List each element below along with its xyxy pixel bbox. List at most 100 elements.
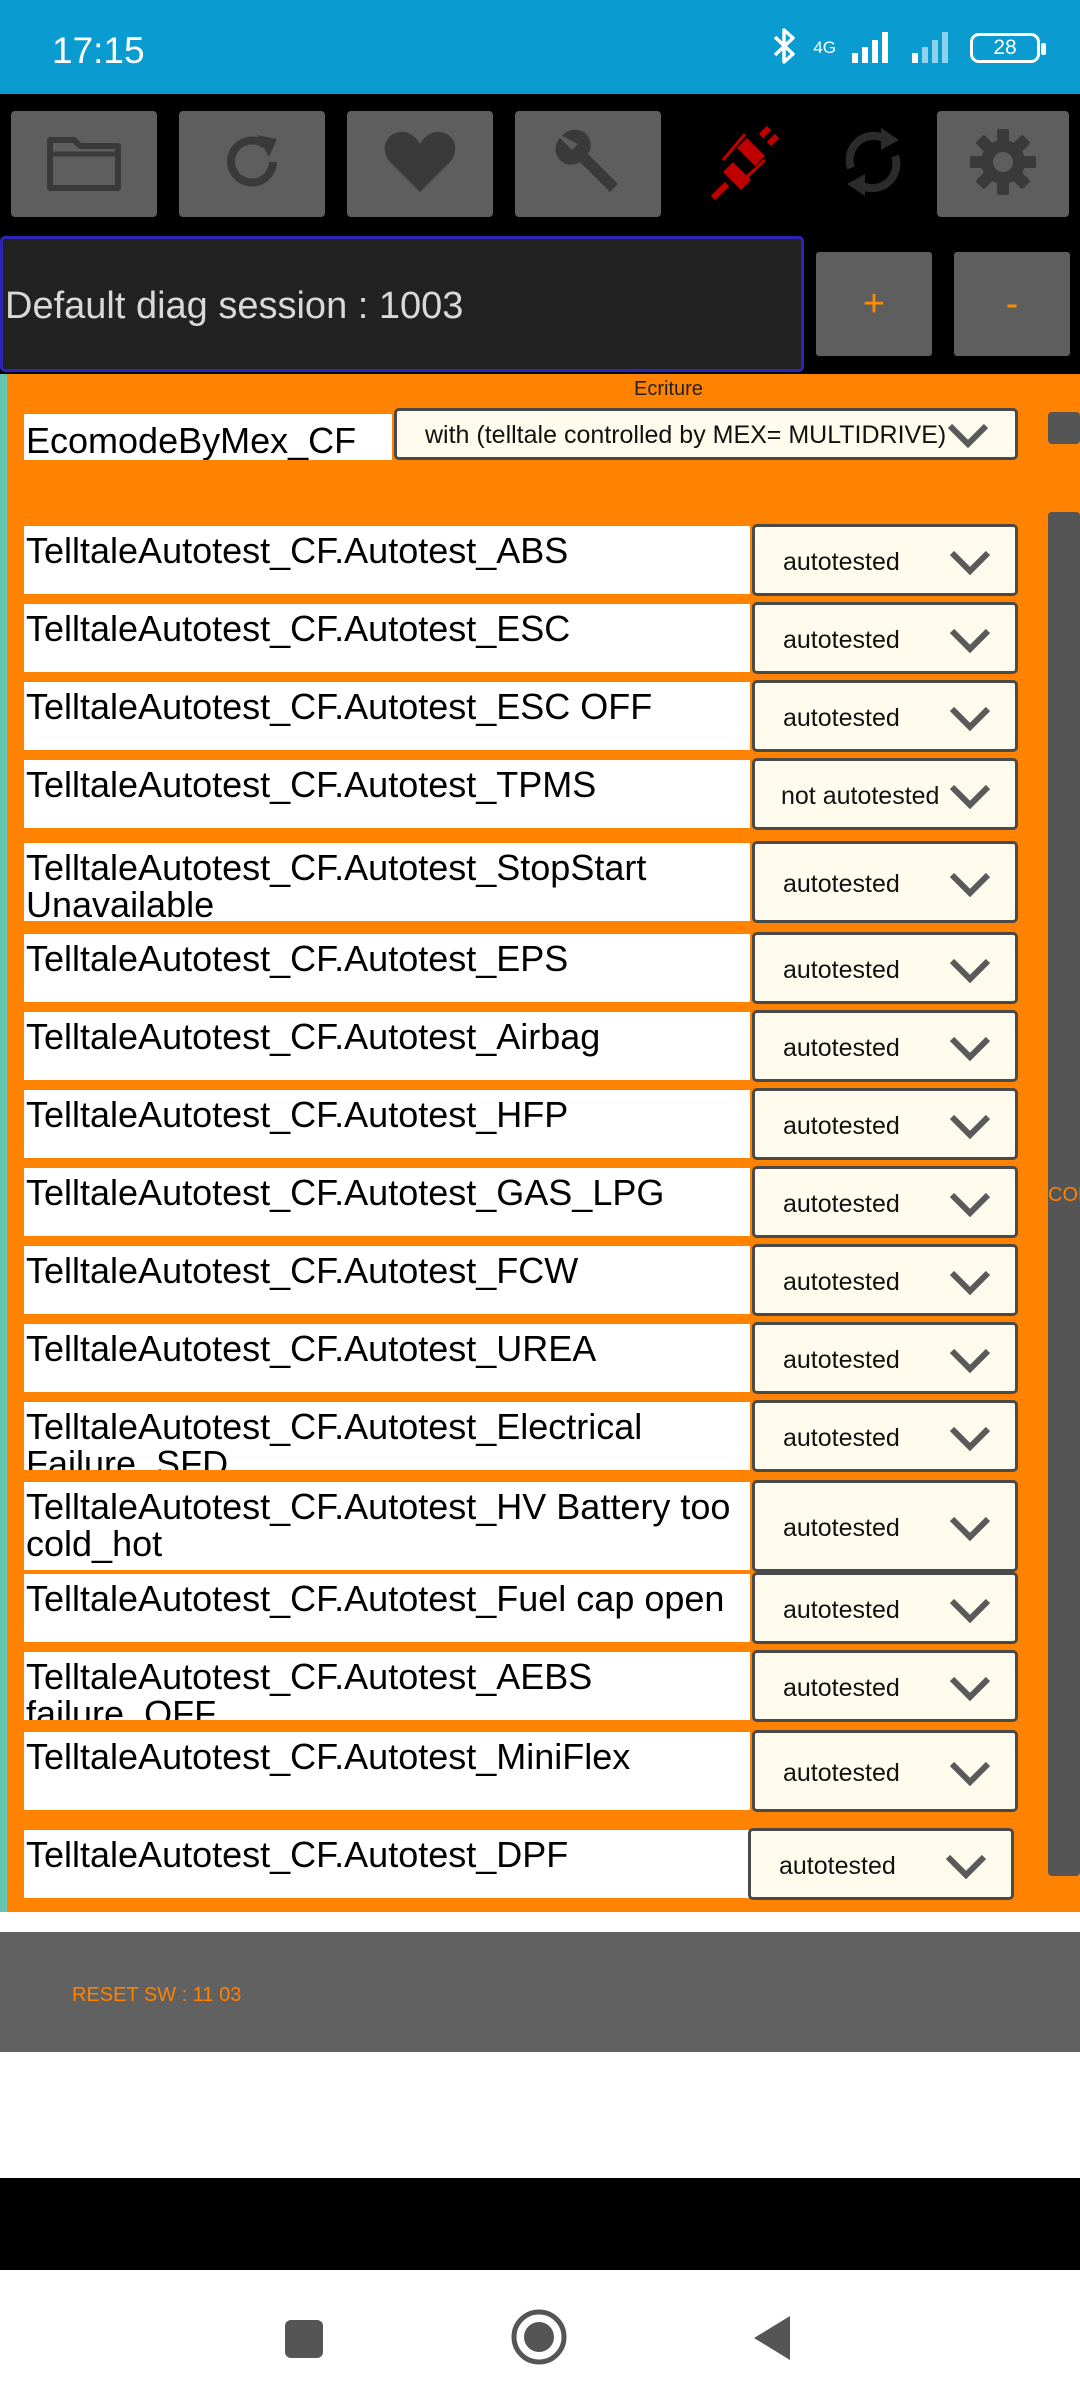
chevron-down-icon bbox=[949, 872, 991, 898]
side-text: CON bbox=[1048, 1184, 1080, 1206]
session-plus-button[interactable]: + bbox=[816, 252, 932, 356]
parameter-label: TelltaleAutotest_CF.Autotest_UREA bbox=[24, 1324, 750, 1392]
autotest-value: autotested bbox=[783, 1346, 900, 1374]
gear-icon bbox=[968, 127, 1038, 202]
scrollbar-top[interactable] bbox=[1048, 412, 1080, 444]
parameter-label: TelltaleAutotest_CF.Autotest_EPS bbox=[24, 934, 750, 1002]
autotest-value: autotested bbox=[783, 626, 900, 654]
signal-icon bbox=[910, 29, 956, 68]
back-triangle-icon[interactable] bbox=[752, 2314, 794, 2367]
autotest-value: autotested bbox=[783, 1596, 900, 1624]
recents-square-icon[interactable] bbox=[283, 2318, 325, 2365]
chevron-down-icon bbox=[949, 1426, 991, 1452]
autotest-select[interactable]: autotested bbox=[752, 932, 1018, 1004]
home-circle-icon[interactable] bbox=[510, 2308, 568, 2371]
autotest-select[interactable]: autotested bbox=[752, 1166, 1018, 1238]
bluetooth-icon bbox=[769, 27, 799, 70]
signal-icon bbox=[850, 29, 896, 68]
autotest-select[interactable]: autotested bbox=[752, 602, 1018, 674]
autotest-select[interactable]: autotested bbox=[752, 680, 1018, 752]
autotest-value: autotested bbox=[783, 1190, 900, 1218]
section-label: Ecriture bbox=[634, 378, 703, 400]
ecomode-label: EcomodeByMex_CF bbox=[24, 414, 392, 460]
parameter-label: TelltaleAutotest_CF.Autotest_ESC OFF bbox=[24, 682, 750, 750]
disconnected-plug-icon bbox=[703, 122, 783, 207]
autotest-select[interactable]: autotested bbox=[752, 1010, 1018, 1082]
chevron-down-icon bbox=[947, 423, 989, 449]
ecomode-select[interactable]: with (telltale controlled by MEX= MULTID… bbox=[394, 408, 1018, 460]
autotest-value: autotested bbox=[783, 1112, 900, 1140]
autotest-select[interactable]: autotested bbox=[752, 1572, 1018, 1644]
chevron-down-icon bbox=[949, 1036, 991, 1062]
tools-button[interactable] bbox=[515, 111, 661, 217]
parameter-label: TelltaleAutotest_CF.Autotest_ESC bbox=[24, 604, 750, 672]
autotest-value: autotested bbox=[783, 548, 900, 576]
chevron-down-icon bbox=[949, 550, 991, 576]
chevron-down-icon bbox=[949, 958, 991, 984]
autotest-select[interactable]: not autotested bbox=[752, 758, 1018, 830]
session-minus-button[interactable]: - bbox=[954, 252, 1070, 356]
autotest-value: autotested bbox=[783, 956, 900, 984]
diag-session-text: Default diag session : 1003 bbox=[5, 285, 464, 327]
parameter-label: TelltaleAutotest_CF.Autotest_HFP bbox=[24, 1090, 750, 1158]
autotest-value: autotested bbox=[783, 1034, 900, 1062]
autotest-select[interactable]: autotested bbox=[752, 1400, 1018, 1472]
sync-icon bbox=[833, 120, 913, 209]
autotest-value: autotested bbox=[783, 1424, 900, 1452]
parameter-label: TelltaleAutotest_CF.Autotest_Fuel cap op… bbox=[24, 1574, 750, 1642]
session-row: Default diag session : 1003 + - bbox=[0, 230, 1080, 374]
connection-status-button[interactable] bbox=[670, 111, 816, 217]
parameter-label: TelltaleAutotest_CF.Autotest_DPF bbox=[24, 1830, 750, 1898]
open-file-button[interactable] bbox=[11, 111, 157, 217]
autotest-value: autotested bbox=[783, 870, 900, 898]
chevron-down-icon bbox=[949, 1114, 991, 1140]
wrench-icon bbox=[548, 122, 628, 207]
autotest-value: autotested bbox=[783, 1759, 900, 1787]
autotest-select[interactable]: autotested bbox=[752, 1730, 1018, 1812]
autotest-select[interactable]: autotested bbox=[752, 1088, 1018, 1160]
favorites-button[interactable] bbox=[347, 111, 493, 217]
reset-sw-text[interactable]: RESET SW : 11 03 bbox=[72, 1984, 241, 2007]
autotest-select[interactable]: autotested bbox=[752, 1322, 1018, 1394]
diag-session-field[interactable]: Default diag session : 1003 bbox=[0, 236, 804, 372]
chevron-down-icon bbox=[949, 784, 991, 810]
parameter-label: TelltaleAutotest_CF.Autotest_AEBS failur… bbox=[24, 1652, 750, 1720]
chevron-down-icon bbox=[949, 1516, 991, 1542]
chevron-down-icon bbox=[949, 1676, 991, 1702]
parameter-label: TelltaleAutotest_CF.Autotest_ABS bbox=[24, 526, 750, 594]
chevron-down-icon bbox=[949, 1761, 991, 1787]
refresh-button[interactable] bbox=[179, 111, 325, 217]
chevron-down-icon bbox=[945, 1854, 987, 1880]
status-time: 17:15 bbox=[52, 30, 145, 71]
toolbar bbox=[0, 94, 1080, 230]
autotest-select[interactable]: autotested bbox=[748, 1828, 1014, 1900]
chevron-down-icon bbox=[949, 706, 991, 732]
panel-left-edge bbox=[0, 374, 7, 1912]
autotest-value: autotested bbox=[783, 1674, 900, 1702]
chevron-down-icon bbox=[949, 628, 991, 654]
settings-button[interactable] bbox=[937, 111, 1069, 217]
sync-button[interactable] bbox=[800, 111, 946, 217]
autotest-select[interactable]: autotested bbox=[752, 1480, 1018, 1572]
autotest-select[interactable]: autotested bbox=[752, 841, 1018, 923]
refresh-icon bbox=[217, 127, 287, 202]
autotest-select[interactable]: autotested bbox=[752, 1244, 1018, 1316]
folder-icon bbox=[46, 132, 122, 197]
autotest-value: autotested bbox=[783, 1514, 900, 1542]
ecomode-value: with (telltale controlled by MEX= MULTID… bbox=[425, 421, 947, 449]
parameter-label: TelltaleAutotest_CF.Autotest_HV Battery … bbox=[24, 1482, 750, 1570]
parameter-label: TelltaleAutotest_CF.Autotest_FCW bbox=[24, 1246, 750, 1314]
parameter-label: TelltaleAutotest_CF.Autotest_Airbag bbox=[24, 1012, 750, 1080]
heart-icon bbox=[382, 128, 458, 201]
navigation-bar bbox=[0, 2270, 1080, 2400]
autotest-value: autotested bbox=[783, 1268, 900, 1296]
parameter-label: TelltaleAutotest_CF.Autotest_TPMS bbox=[24, 760, 750, 828]
chevron-down-icon bbox=[949, 1598, 991, 1624]
autotest-value: autotested bbox=[779, 1852, 896, 1880]
chevron-down-icon bbox=[949, 1348, 991, 1374]
chevron-down-icon bbox=[949, 1270, 991, 1296]
autotest-select[interactable]: autotested bbox=[752, 524, 1018, 596]
parameter-label: TelltaleAutotest_CF.Autotest_StopStart U… bbox=[24, 843, 750, 921]
autotest-select[interactable]: autotested bbox=[752, 1650, 1018, 1722]
parameter-label: TelltaleAutotest_CF.Autotest_MiniFlex bbox=[24, 1732, 750, 1810]
